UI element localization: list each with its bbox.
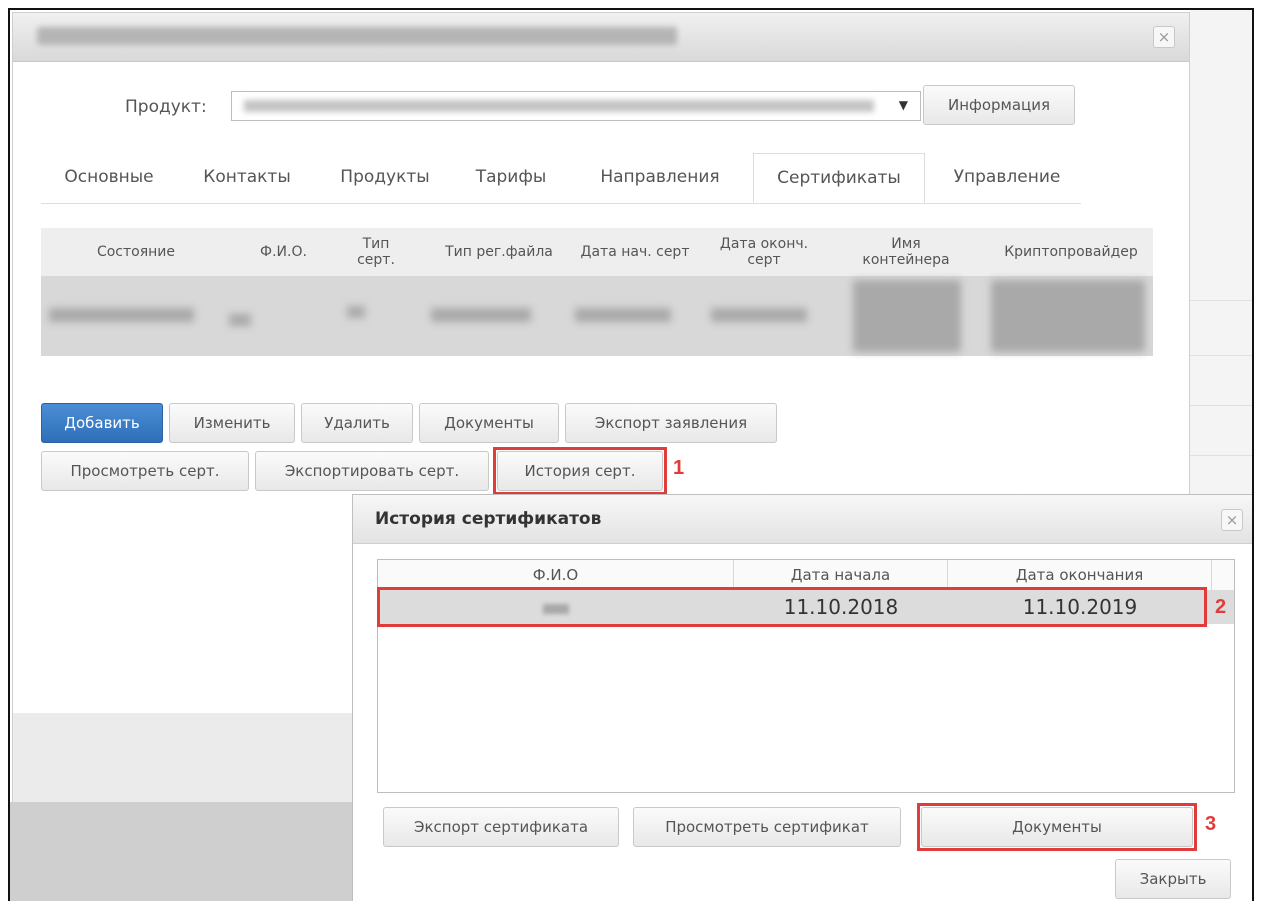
documents-button[interactable]: Документы	[419, 403, 559, 443]
column-header[interactable]: Ф.И.О.	[231, 228, 336, 276]
chevron-down-icon[interactable]: ▼	[899, 98, 908, 112]
add-button[interactable]: Добавить	[41, 403, 163, 443]
dialog-title-redacted	[37, 27, 677, 45]
view-cert-button[interactable]: Просмотреть серт.	[41, 451, 249, 491]
column-header[interactable]: Дата оконч. серт	[709, 228, 819, 276]
delete-button[interactable]: Удалить	[301, 403, 413, 443]
close-icon[interactable]: ×	[1153, 26, 1175, 48]
column-header[interactable]: Тип рег.файла	[429, 228, 569, 276]
tab-products[interactable]: Продукты	[329, 153, 441, 203]
tab-main[interactable]: Основные	[53, 153, 165, 203]
highlight-box-1	[493, 447, 667, 495]
table-header: Состояние Ф.И.О. Тип серт. Тип рег.файла…	[41, 228, 1153, 276]
screenshot-frame: × Продукт: ▼ Информация Основные Контакт…	[8, 8, 1254, 901]
column-header[interactable]: Имя контейнера	[851, 228, 961, 276]
view-certificate-button[interactable]: Просмотреть сертификат	[633, 807, 901, 847]
tab-directions[interactable]: Направления	[585, 153, 735, 203]
product-select[interactable]: ▼	[231, 91, 921, 121]
highlight-box-2	[377, 587, 1207, 627]
info-button[interactable]: Информация	[923, 85, 1075, 125]
marker-1: 1	[673, 457, 685, 479]
marker-2: 2	[1215, 596, 1227, 618]
tab-management[interactable]: Управление	[937, 153, 1077, 203]
column-header-start[interactable]: Дата начала	[734, 560, 948, 590]
export-certificate-button[interactable]: Экспорт сертификата	[383, 807, 619, 847]
product-label: Продукт:	[125, 97, 207, 117]
export-request-button[interactable]: Экспорт заявления	[565, 403, 777, 443]
tab-tariffs[interactable]: Тарифы	[461, 153, 561, 203]
dialog-title: История сертификатов	[375, 509, 602, 529]
modal-overlay	[10, 802, 360, 901]
certificate-history-dialog: История сертификатов × Ф.И.О Дата начала…	[352, 494, 1252, 901]
certificates-table: Состояние Ф.И.О. Тип серт. Тип рег.файла…	[41, 228, 1153, 356]
tab-bar: Основные Контакты Продукты Тарифы Направ…	[41, 153, 1081, 204]
table-row[interactable]	[41, 276, 1153, 356]
dialog-titlebar: ×	[13, 13, 1189, 62]
edit-button[interactable]: Изменить	[169, 403, 295, 443]
close-button[interactable]: Закрыть	[1115, 859, 1231, 899]
tab-contacts[interactable]: Контакты	[191, 153, 303, 203]
column-header[interactable]: Тип серт.	[351, 228, 401, 276]
column-header[interactable]: Криптопровайдер	[989, 228, 1153, 276]
column-header[interactable]: Состояние	[41, 228, 231, 276]
product-value-redacted	[244, 100, 874, 112]
marker-3: 3	[1205, 813, 1217, 835]
dialog-titlebar: История сертификатов ×	[353, 495, 1252, 544]
column-header-fio[interactable]: Ф.И.О	[378, 560, 734, 590]
export-cert-button[interactable]: Экспортировать серт.	[255, 451, 489, 491]
column-header[interactable]: Дата нач. серт	[569, 228, 701, 276]
close-icon[interactable]: ×	[1221, 509, 1243, 531]
column-header-end[interactable]: Дата окончания	[948, 560, 1212, 590]
tab-certificates[interactable]: Сертификаты	[753, 153, 925, 203]
highlight-box-3	[917, 803, 1197, 851]
